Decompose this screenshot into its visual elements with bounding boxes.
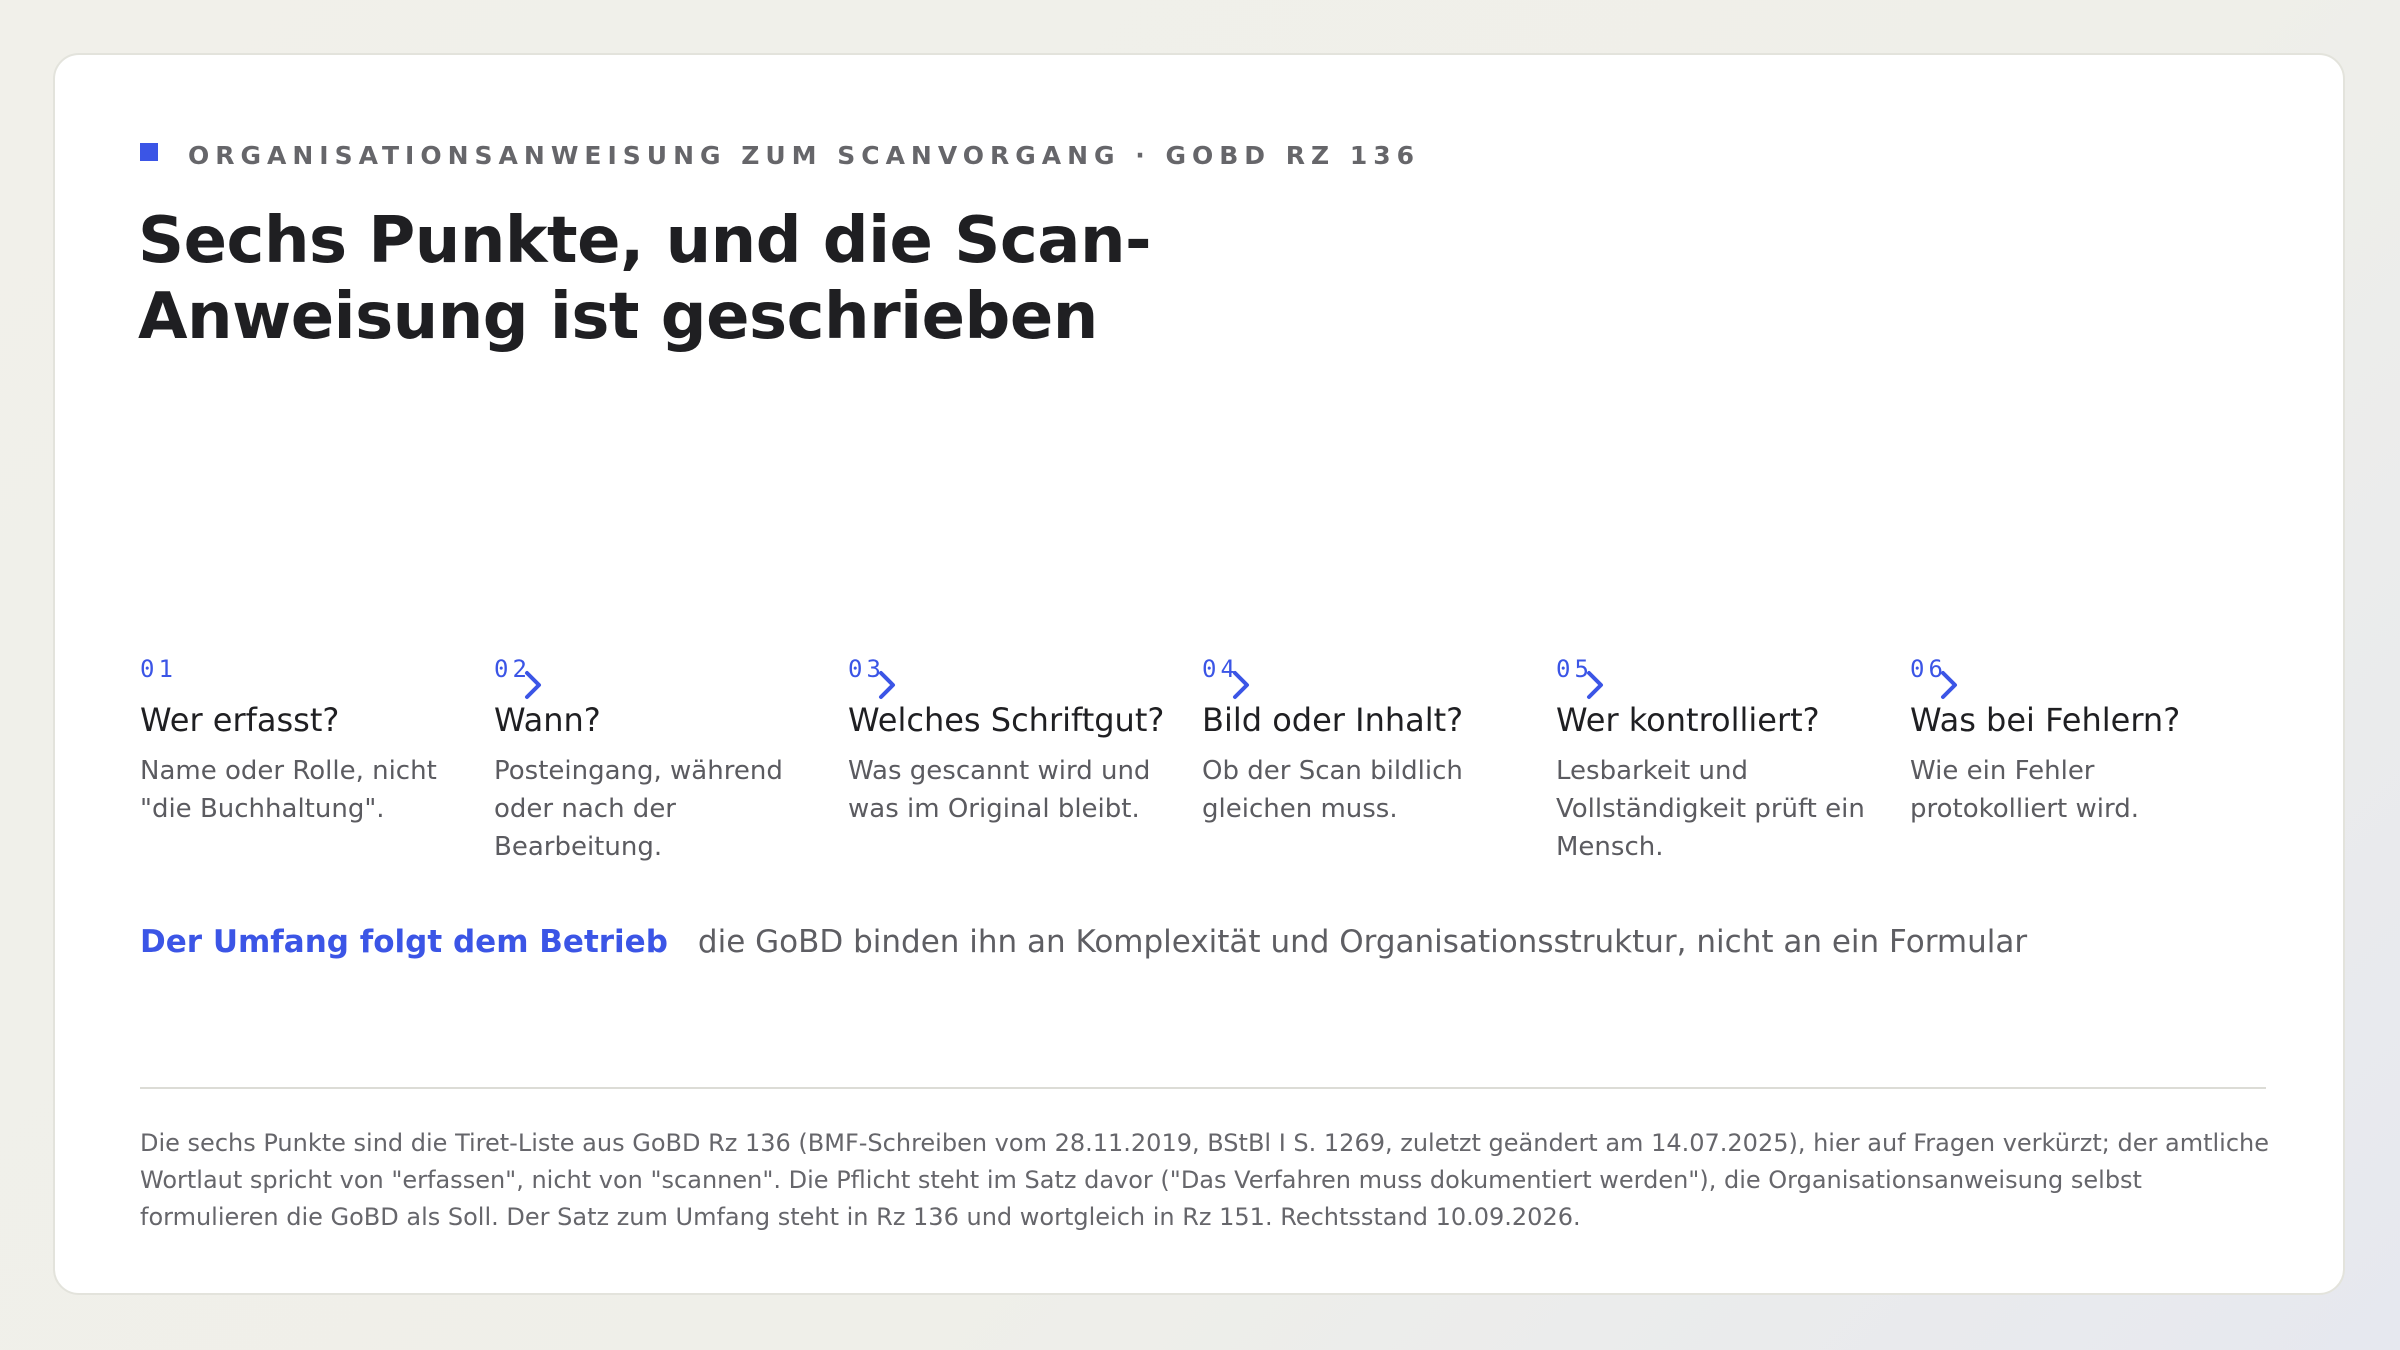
step-number: 05 — [1556, 655, 1593, 683]
step-number: 06 — [1910, 655, 1947, 683]
step-question: Wann? — [494, 701, 601, 739]
content-card: ORGANISATIONSANWEISUNG ZUM SCANVORGANG ·… — [53, 53, 2345, 1295]
step-2: 02 Wann? Posteingang, während oder nach … — [494, 652, 804, 866]
eyebrow: ORGANISATIONSANWEISUNG ZUM SCANVORGANG ·… — [140, 135, 1420, 175]
step-question: Was bei Fehlern? — [1910, 701, 2181, 739]
step-question: Wer kontrolliert? — [1556, 701, 1820, 739]
step-4: 04 Bild oder Inhalt? Ob der Scan bildlic… — [1202, 652, 1512, 828]
step-number: 01 — [140, 655, 177, 683]
step-5: 05 Wer kontrolliert? Lesbarkeit und Voll… — [1556, 652, 1866, 866]
step-question: Bild oder Inhalt? — [1202, 701, 1464, 739]
step-number: 02 — [494, 655, 531, 683]
step-number: 04 — [1202, 655, 1239, 683]
footnote: Die sechs Punkte sind die Tiret-Liste au… — [140, 1129, 2270, 1231]
step-question: Welches Schriftgut? — [848, 701, 1165, 739]
divider — [140, 1087, 2266, 1089]
step-3: 03 Welches Schriftgut? Was gescannt wird… — [848, 652, 1165, 828]
page-title: Sechs Punkte, und die Scan-Anweisung ist… — [138, 204, 1152, 354]
scope-statement: Der Umfang folgt dem Betrieb die GoBD bi… — [140, 917, 2027, 967]
scope-lead: Der Umfang folgt dem Betrieb — [140, 924, 668, 960]
scope-text: die GoBD binden ihn an Komplexität und O… — [697, 924, 2028, 960]
step-question: Wer erfasst? — [140, 701, 340, 739]
accent-square-icon — [140, 143, 158, 161]
step-description: Was gescannt wird und was im Original bl… — [848, 756, 1151, 824]
steps-row: 01 Wer erfasst? Name oder Rolle, nicht "… — [140, 652, 2270, 882]
step-description: Wie ein Fehler protokolliert wird. — [1910, 756, 2139, 824]
step-description: Lesbarkeit und Vollständigkeit prüft ein… — [1556, 756, 1865, 862]
step-description: Ob der Scan bildlich gleichen muss. — [1202, 756, 1463, 824]
step-description: Name oder Rolle, nicht "die Buchhaltung"… — [140, 756, 437, 824]
step-6: 06 Was bei Fehlern? Wie ein Fehler proto… — [1910, 652, 2220, 828]
eyebrow-text: ORGANISATIONSANWEISUNG ZUM SCANVORGANG ·… — [188, 140, 1421, 170]
step-description: Posteingang, während oder nach der Bearb… — [494, 756, 783, 862]
step-1: 01 Wer erfasst? Name oder Rolle, nicht "… — [140, 652, 450, 828]
step-number: 03 — [848, 655, 885, 683]
